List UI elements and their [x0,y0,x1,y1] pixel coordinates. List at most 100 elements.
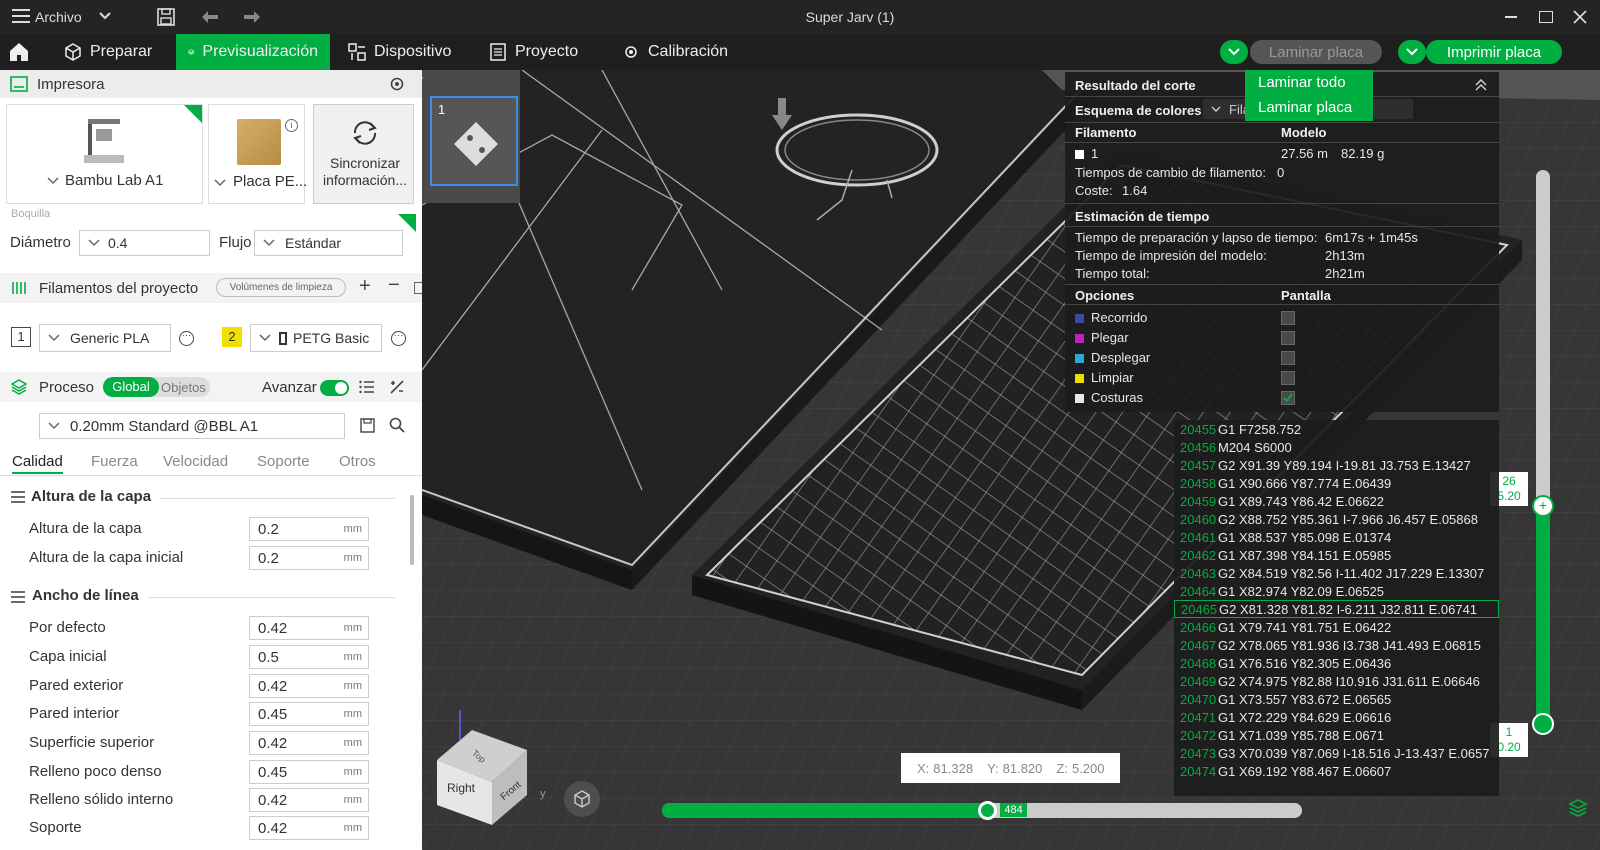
default-width-input[interactable]: 0.42 mm [249,616,369,640]
restore-icon[interactable] [1539,11,1553,23]
gcode-line[interactable]: 20468 G1 X76.516 Y82.305 E.06436 [1174,654,1499,672]
redo-icon[interactable] [242,9,262,25]
purge-volumes-button[interactable]: Volúmenes de limpieza [216,278,346,297]
search-icon[interactable] [389,417,405,433]
option-display-checkbox[interactable] [1281,311,1295,325]
layer-slider-track[interactable]: + [1532,170,1554,735]
option-row-label: Costuras [1075,390,1143,405]
gcode-viewer: 20455 G1 F7258.752 20456 M204 S6000 20457 G2 … [1174,420,1499,796]
filament-1-select[interactable]: Generic PLA [39,324,171,352]
list-icon[interactable] [359,380,375,394]
tab-fuerza[interactable]: Fuerza [91,453,138,470]
layer-height-input[interactable]: 0.2 mm [249,517,369,541]
gcode-line[interactable]: 20459 G1 X89.743 Y86.42 E.06622 [1174,492,1499,510]
close-icon[interactable] [1573,10,1587,24]
gcode-line[interactable]: 20463 G2 X84.519 Y82.56 I-11.402 J17.229 … [1174,564,1499,582]
filament-grid-icon[interactable] [414,282,422,294]
slice-plate-button[interactable]: Laminar placa [1250,40,1382,64]
tab-previsualizacion[interactable]: Previsualización [176,34,330,70]
move-slider-thumb[interactable] [978,801,998,820]
print-plate-button[interactable]: Imprimir placa [1426,40,1562,64]
plate-card[interactable]: i Placa PE... [208,104,307,204]
gcode-line[interactable]: 20455 G1 F7258.752 [1174,420,1499,438]
slice-plate-option[interactable]: Laminar placa [1258,99,1352,116]
filament-2-select[interactable]: PETG Basic [250,324,382,352]
gcode-line[interactable]: 20472 G1 X71.039 Y85.788 E.0671 [1174,726,1499,744]
gcode-line[interactable]: 20474 G1 X69.192 Y88.467 E.06607 [1174,762,1499,780]
collapse-panel-icon[interactable]: ‹› [422,72,423,84]
sparse-infill-width-input[interactable]: 0.45 mm [249,760,369,784]
support-width-input[interactable]: 0.42 mm [249,816,369,840]
gcode-line[interactable]: 20469 G2 X74.975 Y82.88 I10.916 J31.611 E… [1174,672,1499,690]
gcode-line[interactable]: 20457 G2 X91.39 Y89.194 I-19.81 J3.753 E.… [1174,456,1499,474]
printer-card[interactable]: Bambu Lab A1 [6,104,203,204]
tab-velocidad[interactable]: Velocidad [163,453,228,470]
gcode-line[interactable]: 20462 G1 X87.398 Y84.151 E.05985 [1174,546,1499,564]
layer-slider-bottom-thumb[interactable] [1532,713,1554,735]
minimize-icon[interactable] [1505,16,1517,18]
view-cube[interactable]: Right Front Top [432,710,532,830]
top-surface-width-input[interactable]: 0.42 mm [249,731,369,755]
gcode-line[interactable]: 20464 G1 X82.974 Y82.09 E.06525 [1174,582,1499,600]
objects-option[interactable]: Objetos [161,380,206,395]
chevron-down-icon[interactable] [98,11,112,21]
undo-icon[interactable] [200,9,220,25]
home-icon[interactable] [8,41,30,63]
global-option[interactable]: Global [103,377,159,397]
tab-calidad[interactable]: Calidad [12,453,63,474]
gcode-line[interactable]: 20461 G1 X88.537 Y85.098 E.01374 [1174,528,1499,546]
collapse-up-icon[interactable] [1475,79,1487,91]
settings-gear-icon[interactable] [389,76,405,92]
print-dropdown-toggle[interactable] [1398,40,1426,64]
advanced-toggle[interactable] [320,380,349,396]
tab-dispositivo[interactable]: Dispositivo [336,34,463,70]
gcode-line[interactable]: 20471 G1 X72.229 Y84.629 E.06616 [1174,708,1499,726]
plate-thumbnail[interactable]: 1 [430,96,518,186]
flow-select[interactable]: Estándar [254,230,403,256]
compare-icon[interactable] [389,379,405,395]
save-profile-icon[interactable] [360,418,375,433]
global-objects-toggle[interactable]: Global Objetos [103,377,210,397]
sync-button[interactable]: Sincronizar información... [313,104,414,204]
option-display-checkbox[interactable] [1281,391,1295,405]
inner-wall-width-input[interactable]: 0.45 mm [249,702,369,726]
hamburger-menu-icon[interactable] [12,9,30,23]
slice-all-option[interactable]: Laminar todo [1258,74,1346,91]
outer-wall-width-input[interactable]: 0.42 mm [249,674,369,698]
move-slider-track[interactable]: 484 [662,801,1302,820]
option-display-checkbox[interactable] [1281,371,1295,385]
tab-calibracion[interactable]: Calibración [610,34,740,70]
tab-soporte[interactable]: Soporte [257,453,310,470]
settings-scrollbar[interactable] [410,495,414,565]
save-icon[interactable] [157,8,175,26]
layer-slider-top-thumb[interactable]: + [1532,495,1554,517]
gcode-line[interactable]: 20467 G2 X78.065 Y81.936 I3.738 J41.493 E… [1174,636,1499,654]
filament-2-more-icon[interactable]: ··· [391,331,406,346]
tab-proyecto[interactable]: Proyecto [477,34,590,70]
option-display-checkbox[interactable] [1281,331,1295,345]
gcode-line[interactable]: 20473 G3 X70.039 Y87.069 I-18.516 J-13.43… [1174,744,1499,762]
filament-1-more-icon[interactable]: ··· [179,331,194,346]
gcode-line[interactable]: 20470 G1 X73.557 Y83.672 E.06565 [1174,690,1499,708]
coord-y-label: Y: [987,760,999,776]
layers-toggle-icon[interactable] [1568,798,1588,818]
gcode-line[interactable]: 20456 M204 S6000 [1174,438,1499,456]
solid-infill-width-input[interactable]: 0.42 mm [249,788,369,812]
add-filament-icon[interactable]: + [359,275,371,298]
gcode-line[interactable]: 20465 G2 X81.328 Y81.82 I-6.211 J32.811 E… [1174,600,1499,618]
initial-layer-height-input[interactable]: 0.2 mm [249,546,369,570]
file-menu[interactable]: Archivo [35,9,82,25]
tab-preparar[interactable]: Preparar [52,34,164,70]
info-icon[interactable]: i [285,119,298,132]
option-display-checkbox[interactable] [1281,351,1295,365]
gcode-line[interactable]: 20466 G1 X79.741 Y81.751 E.06422 [1174,618,1499,636]
tab-otros[interactable]: Otros [339,453,376,470]
initial-layer-width-input[interactable]: 0.5 mm [249,645,369,669]
diameter-select[interactable]: 0.4 [79,230,210,256]
gcode-line[interactable]: 20458 G1 X90.666 Y87.774 E.06439 [1174,474,1499,492]
gcode-line[interactable]: 20460 G2 X88.752 Y85.361 I-7.966 J6.457 E… [1174,510,1499,528]
process-profile-select[interactable]: 0.20mm Standard @BBL A1 [39,413,345,439]
remove-filament-icon[interactable]: − [388,274,400,297]
reset-view-button[interactable] [564,781,600,817]
slice-dropdown-toggle[interactable] [1220,40,1248,64]
